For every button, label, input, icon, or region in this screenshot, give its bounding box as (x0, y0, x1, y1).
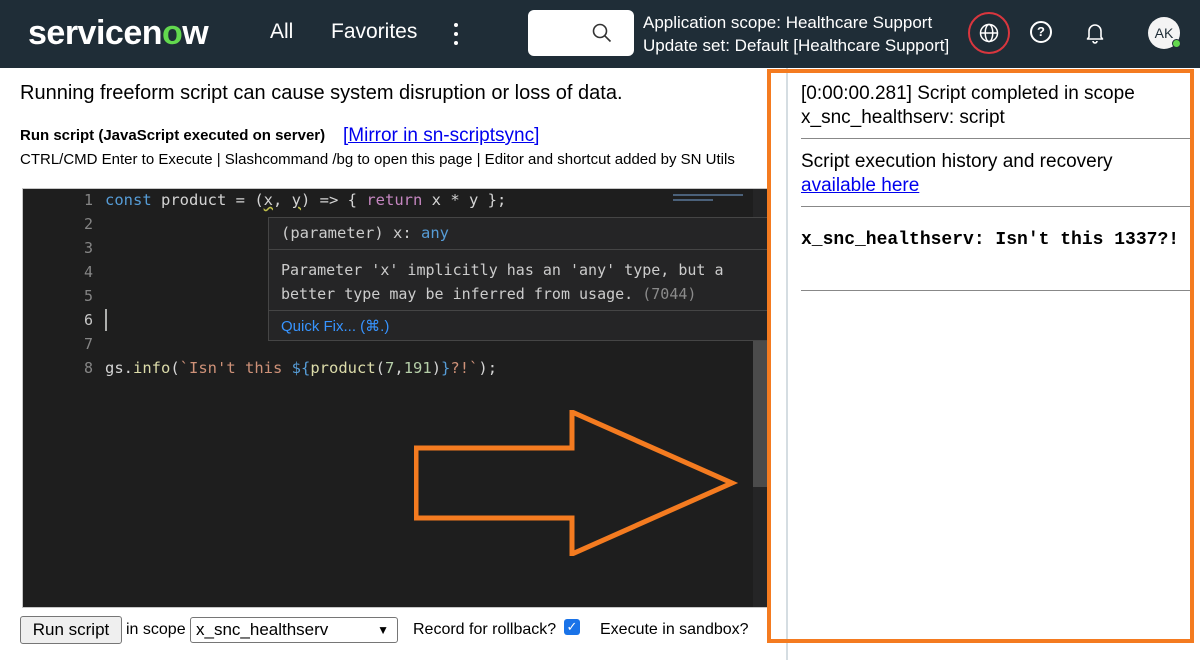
number-token: 191 (403, 359, 432, 377)
editor-minimap[interactable] (673, 191, 751, 205)
more-options-icon[interactable] (448, 18, 464, 48)
help-icon[interactable]: ? (1030, 21, 1052, 43)
in-scope-label: in scope (126, 621, 186, 638)
update-set-label: Update set: Default [Healthcare Support] (643, 36, 950, 55)
code-token: , (394, 359, 404, 377)
line-number: 3 (83, 239, 93, 257)
line-number: 7 (83, 335, 93, 353)
string-token: ?!` (450, 359, 479, 377)
text-cursor (105, 309, 107, 331)
keyword-return: return (366, 191, 423, 209)
logo-text: servicen (28, 14, 163, 52)
code-token: x * y }; (422, 191, 507, 209)
tooltip-divider (269, 310, 767, 311)
code-token: gs. (105, 359, 133, 377)
code-token: ( (375, 359, 385, 377)
function-product: product (310, 359, 376, 377)
globe-icon (979, 23, 999, 43)
line-number-active: 6 (83, 311, 93, 329)
logo-w: w (182, 14, 209, 52)
tooltip-signature: (parameter) x: any (281, 224, 449, 242)
code-token: , (273, 191, 292, 209)
rollback-label: Record for rollback? (413, 621, 557, 638)
mirror-scriptsync-link[interactable]: [Mirror in sn-scriptsync] (343, 125, 539, 147)
line-number: 4 (83, 263, 93, 281)
chevron-down-icon: ▼ (377, 623, 389, 637)
orange-highlight-box (767, 69, 1194, 643)
line-number: 8 (83, 359, 93, 377)
string-token: `Isn't this (179, 359, 292, 377)
hover-tooltip: (parameter) x: any Parameter 'x' implici… (268, 217, 767, 341)
shortcut-hint-text: CTRL/CMD Enter to Execute | Slashcommand… (20, 151, 735, 168)
scope-picker-button[interactable] (968, 12, 1010, 54)
function-info: info (133, 359, 171, 377)
nav-favorites-menu[interactable]: Favorites (331, 20, 417, 44)
code-token: ); (478, 359, 498, 377)
rollback-checkbox[interactable]: ✓ (564, 619, 580, 635)
tooltip-divider (269, 249, 767, 250)
line-number: 2 (83, 215, 93, 233)
scope-select-value: x_snc_healthserv (196, 620, 329, 639)
quick-fix-link[interactable]: Quick Fix... (⌘.) (281, 317, 389, 335)
logo-o: o (162, 14, 183, 52)
global-search-input[interactable] (528, 10, 634, 56)
code-token: ( (170, 359, 180, 377)
line-number: 5 (83, 287, 93, 305)
notifications-bell-icon[interactable] (1085, 22, 1105, 49)
interp-open: ${ (291, 359, 311, 377)
risk-warning-text: Running freeform script can cause system… (20, 82, 623, 104)
number-token: 7 (385, 359, 395, 377)
code-line-8[interactable]: gs.info(`Isn't this ${product(7,191)}?!`… (105, 359, 497, 377)
tooltip-message: Parameter 'x' implicitly has an 'any' ty… (281, 261, 724, 303)
keyword-const: const (105, 191, 152, 209)
code-token: ) (431, 359, 442, 377)
scope-select[interactable]: x_snc_healthserv ▼ (190, 617, 398, 643)
search-icon (592, 23, 612, 43)
application-scope-label: Application scope: Healthcare Support (643, 13, 933, 32)
line-number: 1 (83, 191, 93, 209)
code-token: ) => { (301, 191, 367, 209)
top-navigation: servicenow All Favorites Application sco… (0, 0, 1200, 68)
orange-arrow-annotation (414, 410, 739, 556)
user-avatar[interactable]: AK (1148, 17, 1181, 49)
run-script-button[interactable]: Run script (20, 616, 122, 644)
run-controls: Run script in scope x_snc_healthserv ▼ R… (20, 616, 780, 646)
presence-indicator (1172, 39, 1181, 48)
code-token: product = ( (151, 191, 264, 209)
diagnostic-code: (7044) (642, 285, 697, 303)
param-x-token: x (263, 191, 273, 209)
scrollbar-thumb[interactable] (753, 339, 767, 487)
application-scope-info[interactable]: Application scope: Healthcare Support Up… (643, 11, 949, 57)
servicenow-logo[interactable]: servicenow (28, 14, 209, 53)
nav-all-menu[interactable]: All (270, 20, 293, 44)
run-script-title: Run script (JavaScript executed on serve… (20, 127, 326, 144)
avatar-initials: AK (1154, 25, 1174, 41)
code-line-1[interactable]: const product = (x, y) => { return x * y… (105, 191, 506, 209)
param-y-token: y (291, 191, 302, 209)
interp-close: } (441, 359, 451, 377)
sandbox-label: Execute in sandbox? (600, 621, 749, 638)
